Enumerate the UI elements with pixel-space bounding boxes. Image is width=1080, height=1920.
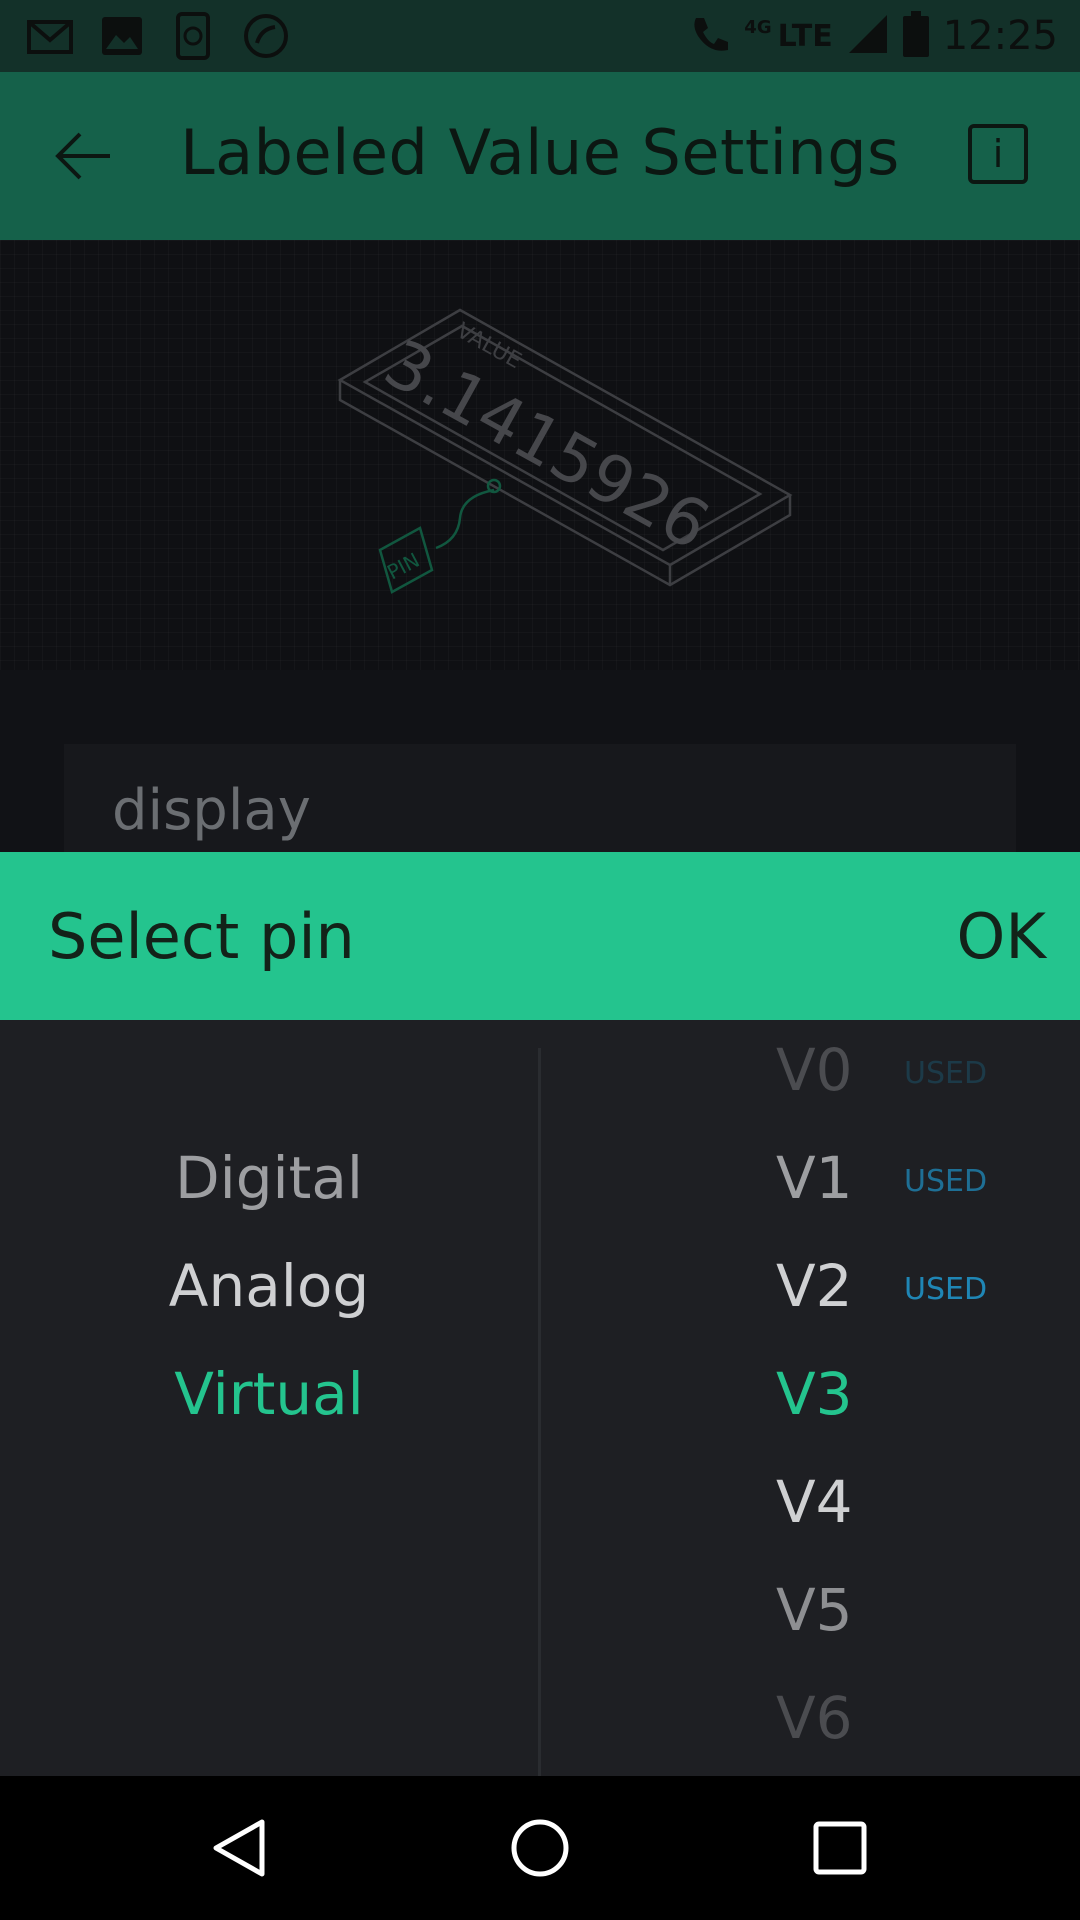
signal-icon [847, 13, 889, 59]
pin-picker[interactable]: Digital Analog Virtual V0 USED V1 USED V… [0, 1020, 1080, 1776]
pin-type-virtual[interactable]: Virtual [0, 1360, 538, 1428]
used-badge-v1: USED [904, 1164, 988, 1199]
pin-v0[interactable]: V0 [776, 1036, 853, 1104]
wifi-call-icon [690, 14, 730, 58]
info-button[interactable]: i [968, 124, 1028, 184]
used-badge-v0: USED [904, 1056, 988, 1091]
ok-button[interactable]: OK [957, 900, 1046, 973]
pin-v6[interactable]: V6 [776, 1684, 853, 1752]
status-time: 12:25 [942, 13, 1058, 59]
missed-call-icon [242, 12, 290, 60]
pin-v2[interactable]: V2 [776, 1252, 853, 1320]
picker-divider [538, 1048, 541, 1776]
recents-square-icon[interactable] [810, 1818, 870, 1878]
widget-name-value: display [112, 778, 311, 843]
pin-type-analog[interactable]: Analog [0, 1252, 538, 1320]
network-label: LTE [777, 18, 833, 54]
system-nav-bar [0, 1776, 1080, 1920]
labeled-value-illustration: VALUE 3.1415926 PIN [337, 308, 793, 594]
used-badge-v2: USED [904, 1272, 988, 1307]
widget-name-field[interactable]: display [64, 744, 1016, 854]
gmail-icon [26, 12, 74, 60]
pin-v5[interactable]: V5 [776, 1576, 853, 1644]
pin-v4[interactable]: V4 [776, 1468, 853, 1536]
widget-preview: VALUE 3.1415926 PIN [0, 240, 1080, 670]
status-bar: 4G LTE 12:25 [0, 0, 1080, 72]
page-title: Labeled Value Settings [180, 116, 900, 189]
network-sub-label: 4G [744, 16, 772, 38]
back-triangle-icon[interactable] [210, 1818, 270, 1878]
select-pin-dialog-header: Select pin OK [0, 852, 1080, 1020]
home-circle-icon[interactable] [510, 1818, 570, 1878]
pin-v3[interactable]: V3 [776, 1360, 853, 1428]
dialog-title: Select pin [48, 900, 355, 973]
preview-value-text: 3.1415926 [372, 325, 722, 565]
phone-sync-icon [170, 12, 218, 60]
image-icon [98, 12, 146, 60]
app-bar: Labeled Value Settings i [0, 72, 1080, 240]
pin-v1[interactable]: V1 [776, 1144, 853, 1212]
battery-icon [902, 11, 929, 61]
pin-type-digital[interactable]: Digital [0, 1144, 538, 1212]
